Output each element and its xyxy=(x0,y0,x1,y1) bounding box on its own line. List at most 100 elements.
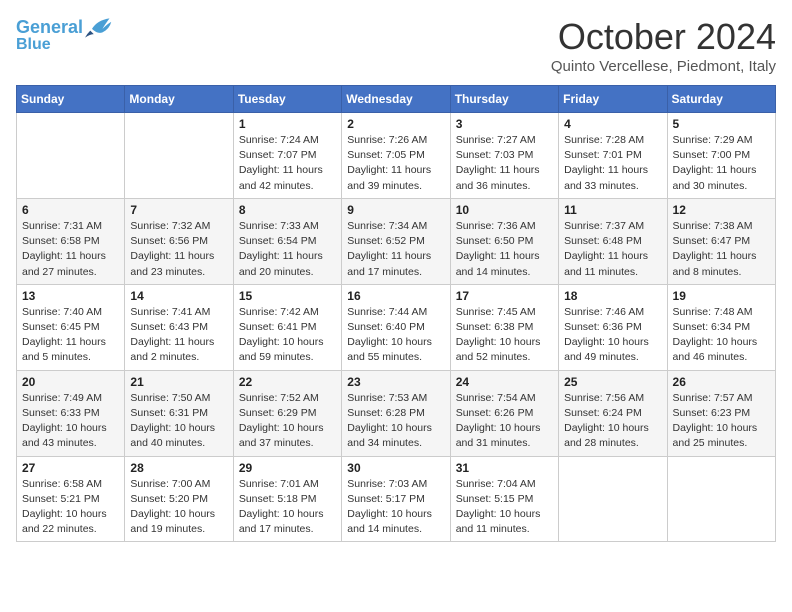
column-header-thursday: Thursday xyxy=(450,86,558,113)
day-info: Sunrise: 7:29 AMSunset: 7:00 PMDaylight:… xyxy=(673,133,770,194)
day-info: Sunrise: 7:03 AMSunset: 5:17 PMDaylight:… xyxy=(347,477,444,538)
month-title: October 2024 xyxy=(551,16,776,58)
day-info: Sunrise: 7:33 AMSunset: 6:54 PMDaylight:… xyxy=(239,219,336,280)
day-info: Sunrise: 7:26 AMSunset: 7:05 PMDaylight:… xyxy=(347,133,444,194)
calendar-cell: 7 Sunrise: 7:32 AMSunset: 6:56 PMDaylight… xyxy=(125,198,233,284)
calendar-cell: 28 Sunrise: 7:00 AMSunset: 5:20 PMDayligh… xyxy=(125,456,233,542)
calendar-cell: 25 Sunrise: 7:56 AMSunset: 6:24 PMDayligh… xyxy=(559,370,667,456)
logo-blue-text: Blue xyxy=(16,36,51,54)
column-header-wednesday: Wednesday xyxy=(342,86,450,113)
calendar-week-3: 13Sunrise: 7:40 AMSunset: 6:45 PMDayligh… xyxy=(17,284,776,370)
calendar-cell: 11 Sunrise: 7:37 AMSunset: 6:48 PMDayligh… xyxy=(559,198,667,284)
day-info: Sunrise: 7:54 AMSunset: 6:26 PMDaylight:… xyxy=(456,391,553,452)
day-number: 29 xyxy=(239,461,336,475)
calendar-cell: 31 Sunrise: 7:04 AMSunset: 5:15 PMDayligh… xyxy=(450,456,558,542)
calendar-cell: 30 Sunrise: 7:03 AMSunset: 5:17 PMDayligh… xyxy=(342,456,450,542)
calendar-cell: 15Sunrise: 7:42 AMSunset: 6:41 PMDayligh… xyxy=(233,284,341,370)
calendar-cell: 19Sunrise: 7:48 AMSunset: 6:34 PMDayligh… xyxy=(667,284,775,370)
column-header-sunday: Sunday xyxy=(17,86,125,113)
day-number: 9 xyxy=(347,203,444,217)
logo: General Blue xyxy=(16,16,113,54)
day-number: 4 xyxy=(564,117,661,131)
day-number: 5 xyxy=(673,117,770,131)
day-info: Sunrise: 7:01 AMSunset: 5:18 PMDaylight:… xyxy=(239,477,336,538)
calendar-cell: 13Sunrise: 7:40 AMSunset: 6:45 PMDayligh… xyxy=(17,284,125,370)
calendar-week-2: 6Sunrise: 7:31 AMSunset: 6:58 PMDaylight… xyxy=(17,198,776,284)
calendar-week-5: 27 Sunrise: 6:58 AMSunset: 5:21 PMDayligh… xyxy=(17,456,776,542)
day-number: 14 xyxy=(130,289,227,303)
title-block: October 2024 Quinto Vercellese, Piedmont… xyxy=(551,16,776,75)
day-info: Sunrise: 7:42 AMSunset: 6:41 PMDaylight:… xyxy=(239,305,336,366)
day-number: 11 xyxy=(564,203,661,217)
day-info: Sunrise: 7:32 AMSunset: 6:56 PMDaylight:… xyxy=(130,219,227,280)
calendar-cell xyxy=(667,456,775,542)
calendar-cell xyxy=(125,113,233,199)
calendar-cell xyxy=(559,456,667,542)
day-number: 6 xyxy=(22,203,119,217)
calendar-cell: 5 Sunrise: 7:29 AMSunset: 7:00 PMDaylight… xyxy=(667,113,775,199)
day-info: Sunrise: 7:37 AMSunset: 6:48 PMDaylight:… xyxy=(564,219,661,280)
day-info: Sunrise: 7:04 AMSunset: 5:15 PMDaylight:… xyxy=(456,477,553,538)
calendar-cell: 24 Sunrise: 7:54 AMSunset: 6:26 PMDayligh… xyxy=(450,370,558,456)
day-number: 12 xyxy=(673,203,770,217)
logo-text: General xyxy=(16,18,83,38)
day-info: Sunrise: 7:27 AMSunset: 7:03 PMDaylight:… xyxy=(456,133,553,194)
day-number: 23 xyxy=(347,375,444,389)
day-info: Sunrise: 7:53 AMSunset: 6:28 PMDaylight:… xyxy=(347,391,444,452)
day-number: 17 xyxy=(456,289,553,303)
logo-bird-icon xyxy=(85,16,113,40)
day-number: 30 xyxy=(347,461,444,475)
day-number: 26 xyxy=(673,375,770,389)
calendar-cell: 3Sunrise: 7:27 AMSunset: 7:03 PMDaylight… xyxy=(450,113,558,199)
day-info: Sunrise: 7:45 AMSunset: 6:38 PMDaylight:… xyxy=(456,305,553,366)
day-info: Sunrise: 7:57 AMSunset: 6:23 PMDaylight:… xyxy=(673,391,770,452)
calendar-cell: 1Sunrise: 7:24 AMSunset: 7:07 PMDaylight… xyxy=(233,113,341,199)
calendar-cell: 8Sunrise: 7:33 AMSunset: 6:54 PMDaylight… xyxy=(233,198,341,284)
day-number: 20 xyxy=(22,375,119,389)
column-header-friday: Friday xyxy=(559,86,667,113)
calendar-cell: 2Sunrise: 7:26 AMSunset: 7:05 PMDaylight… xyxy=(342,113,450,199)
calendar-week-1: 1Sunrise: 7:24 AMSunset: 7:07 PMDaylight… xyxy=(17,113,776,199)
day-info: Sunrise: 7:40 AMSunset: 6:45 PMDaylight:… xyxy=(22,305,119,366)
day-number: 10 xyxy=(456,203,553,217)
day-info: Sunrise: 6:58 AMSunset: 5:21 PMDaylight:… xyxy=(22,477,119,538)
calendar-cell: 20Sunrise: 7:49 AMSunset: 6:33 PMDayligh… xyxy=(17,370,125,456)
day-number: 31 xyxy=(456,461,553,475)
calendar-cell: 9 Sunrise: 7:34 AMSunset: 6:52 PMDaylight… xyxy=(342,198,450,284)
day-number: 7 xyxy=(130,203,227,217)
column-header-saturday: Saturday xyxy=(667,86,775,113)
calendar-week-4: 20Sunrise: 7:49 AMSunset: 6:33 PMDayligh… xyxy=(17,370,776,456)
calendar-cell: 12 Sunrise: 7:38 AMSunset: 6:47 PMDayligh… xyxy=(667,198,775,284)
day-info: Sunrise: 7:28 AMSunset: 7:01 PMDaylight:… xyxy=(564,133,661,194)
day-number: 25 xyxy=(564,375,661,389)
calendar-cell: 26 Sunrise: 7:57 AMSunset: 6:23 PMDayligh… xyxy=(667,370,775,456)
day-number: 18 xyxy=(564,289,661,303)
day-info: Sunrise: 7:46 AMSunset: 6:36 PMDaylight:… xyxy=(564,305,661,366)
day-info: Sunrise: 7:34 AMSunset: 6:52 PMDaylight:… xyxy=(347,219,444,280)
day-number: 16 xyxy=(347,289,444,303)
location-text: Quinto Vercellese, Piedmont, Italy xyxy=(551,58,776,75)
calendar-cell: 14Sunrise: 7:41 AMSunset: 6:43 PMDayligh… xyxy=(125,284,233,370)
day-info: Sunrise: 7:50 AMSunset: 6:31 PMDaylight:… xyxy=(130,391,227,452)
calendar-table: SundayMondayTuesdayWednesdayThursdayFrid… xyxy=(16,85,776,542)
calendar-cell: 18 Sunrise: 7:46 AMSunset: 6:36 PMDayligh… xyxy=(559,284,667,370)
day-info: Sunrise: 7:48 AMSunset: 6:34 PMDaylight:… xyxy=(673,305,770,366)
calendar-cell: 4 Sunrise: 7:28 AMSunset: 7:01 PMDaylight… xyxy=(559,113,667,199)
calendar-cell: 29 Sunrise: 7:01 AMSunset: 5:18 PMDayligh… xyxy=(233,456,341,542)
day-number: 27 xyxy=(22,461,119,475)
calendar-cell: 16Sunrise: 7:44 AMSunset: 6:40 PMDayligh… xyxy=(342,284,450,370)
page-header: General Blue October 2024 Quinto Vercell… xyxy=(16,16,776,75)
column-header-tuesday: Tuesday xyxy=(233,86,341,113)
day-info: Sunrise: 7:36 AMSunset: 6:50 PMDaylight:… xyxy=(456,219,553,280)
calendar-cell: 6Sunrise: 7:31 AMSunset: 6:58 PMDaylight… xyxy=(17,198,125,284)
day-info: Sunrise: 7:38 AMSunset: 6:47 PMDaylight:… xyxy=(673,219,770,280)
day-number: 21 xyxy=(130,375,227,389)
day-number: 1 xyxy=(239,117,336,131)
calendar-cell xyxy=(17,113,125,199)
calendar-cell: 17 Sunrise: 7:45 AMSunset: 6:38 PMDayligh… xyxy=(450,284,558,370)
day-number: 28 xyxy=(130,461,227,475)
day-info: Sunrise: 7:56 AMSunset: 6:24 PMDaylight:… xyxy=(564,391,661,452)
day-number: 24 xyxy=(456,375,553,389)
calendar-cell: 21 Sunrise: 7:50 AMSunset: 6:31 PMDayligh… xyxy=(125,370,233,456)
day-info: Sunrise: 7:00 AMSunset: 5:20 PMDaylight:… xyxy=(130,477,227,538)
